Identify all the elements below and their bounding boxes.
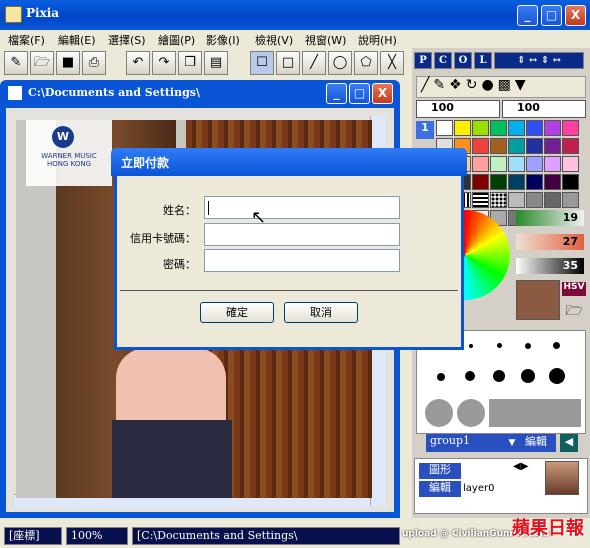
rectangle-icon[interactable]: □ bbox=[276, 51, 300, 75]
minimize-button[interactable]: _ bbox=[517, 5, 538, 26]
toolbar: ✎ 🗁 ■ ⎙ ↶ ↷ ❐ ▤ ☐ □ ╱ ◯ ⬠ ╳ bbox=[0, 48, 412, 78]
edit-button[interactable]: 編輯 bbox=[516, 434, 556, 452]
brush-tools-row[interactable]: ╱✎❖↻●▩▼ bbox=[416, 76, 586, 98]
close-button[interactable]: X bbox=[565, 5, 586, 26]
size-left-box[interactable]: 100 bbox=[416, 100, 500, 118]
tab-l[interactable]: L bbox=[474, 52, 492, 69]
redo-icon[interactable]: ↷ bbox=[152, 51, 176, 75]
folder-icon[interactable]: 🗁 bbox=[562, 300, 586, 320]
value-slider[interactable]: 35 bbox=[516, 258, 584, 274]
saturation-value: 27 bbox=[562, 235, 578, 248]
edit-layer-button[interactable]: 編輯 bbox=[419, 481, 461, 497]
status-mode: [座標] bbox=[4, 527, 62, 545]
tab-c[interactable]: C bbox=[434, 52, 452, 69]
layer-thumbnail[interactable] bbox=[545, 461, 579, 495]
undo-icon[interactable]: ↶ bbox=[126, 51, 150, 75]
logo-text: WARNER MUSIC HONG KONG bbox=[41, 152, 97, 168]
menu-edit[interactable]: 編輯(E) bbox=[58, 32, 96, 48]
shape-button[interactable]: 圖形 bbox=[419, 463, 461, 479]
menu-window[interactable]: 視窗(W) bbox=[305, 32, 346, 48]
move-arrows-icon[interactable]: ◀▶ bbox=[513, 461, 543, 472]
status-path: [C:\Documents and Settings\ bbox=[132, 527, 400, 545]
size-left-value: 100 bbox=[431, 101, 454, 114]
text-cursor bbox=[208, 201, 209, 215]
app-icon bbox=[5, 6, 22, 23]
hue-value: 19 bbox=[562, 211, 578, 224]
circle-icon[interactable]: ◯ bbox=[328, 51, 352, 75]
tab-p[interactable]: P bbox=[414, 52, 432, 69]
menu-help[interactable]: 說明(H) bbox=[358, 32, 397, 48]
status-bar: [座標] 100% [C:\Documents and Settings\ up… bbox=[0, 518, 590, 548]
password-field[interactable] bbox=[204, 249, 400, 272]
size-right-box[interactable]: 100 bbox=[502, 100, 586, 118]
layer-name[interactable]: layer0 bbox=[463, 483, 533, 497]
menu-draw[interactable]: 繪圖(P) bbox=[158, 32, 195, 48]
status-zoom: 100% bbox=[66, 527, 128, 545]
document-title: C:\Documents and Settings\ bbox=[28, 86, 200, 99]
cross-icon[interactable]: ╳ bbox=[380, 51, 404, 75]
group-label: group1 bbox=[430, 434, 471, 447]
menu-bar: 檔案(F) 編輯(E) 選擇(S) 繪圖(P) 影像(I) 檢視(V) 視窗(W… bbox=[0, 30, 590, 48]
password-label: 密碼： bbox=[163, 258, 196, 271]
play-icon[interactable]: ◀ bbox=[560, 434, 578, 452]
card-number-label: 信用卡號碼： bbox=[130, 232, 196, 245]
paste-icon[interactable]: ▤ bbox=[204, 51, 228, 75]
save-icon[interactable]: ■ bbox=[56, 51, 80, 75]
name-field[interactable]: ↖ bbox=[204, 196, 400, 227]
app-title: Pixia bbox=[26, 6, 60, 20]
current-color-swatch[interactable] bbox=[516, 280, 560, 320]
document-icon bbox=[8, 86, 22, 100]
open-folder-icon[interactable]: 🗁 bbox=[30, 51, 54, 75]
cancel-button[interactable]: 取消 bbox=[284, 302, 358, 323]
polygon-icon[interactable]: ⬠ bbox=[354, 51, 378, 75]
name-label: 姓名： bbox=[163, 204, 196, 217]
doc-maximize-button[interactable]: □ bbox=[349, 83, 370, 104]
copy-icon[interactable]: ❐ bbox=[178, 51, 202, 75]
app-titlebar: Pixia _ □ X bbox=[0, 0, 590, 30]
menu-image[interactable]: 影像(I) bbox=[206, 32, 240, 48]
print-icon[interactable]: ⎙ bbox=[82, 51, 106, 75]
new-file-icon[interactable]: ✎ bbox=[4, 51, 28, 75]
apple-daily-logo: 蘋果日報 bbox=[512, 518, 584, 539]
panel-arrows-icon[interactable]: ⇕ ↔ ⇕ ↔ bbox=[494, 52, 584, 69]
menu-select[interactable]: 選擇(S) bbox=[108, 32, 146, 48]
dialog-divider bbox=[120, 290, 458, 291]
eraser-icon[interactable]: ☐ bbox=[250, 51, 274, 75]
maximize-button[interactable]: □ bbox=[541, 5, 562, 26]
tab-o[interactable]: O bbox=[454, 52, 472, 69]
hsv-label[interactable]: HSV bbox=[562, 282, 586, 296]
doc-close-button[interactable]: X bbox=[372, 83, 393, 104]
layer-list[interactable]: 圖形 編輯 ◀▶ layer0 bbox=[414, 458, 588, 514]
group-select[interactable]: group1 bbox=[426, 434, 504, 452]
hue-slider[interactable]: 19 bbox=[516, 210, 584, 226]
menu-view[interactable]: 檢視(V) bbox=[255, 32, 293, 48]
warner-logo-icon: W bbox=[52, 126, 74, 148]
menu-file[interactable]: 檔案(F) bbox=[8, 32, 45, 48]
dialog-title: 立即付款 bbox=[111, 148, 467, 176]
value-value: 35 bbox=[562, 259, 578, 272]
line-icon[interactable]: ╱ bbox=[302, 51, 326, 75]
saturation-slider[interactable]: 27 bbox=[516, 234, 584, 250]
size-right-value: 100 bbox=[517, 101, 540, 114]
layer-number[interactable]: 1 bbox=[416, 121, 434, 139]
doc-minimize-button[interactable]: _ bbox=[326, 83, 347, 104]
card-number-field[interactable] bbox=[204, 223, 400, 246]
ok-button[interactable]: 確定 bbox=[200, 302, 274, 323]
